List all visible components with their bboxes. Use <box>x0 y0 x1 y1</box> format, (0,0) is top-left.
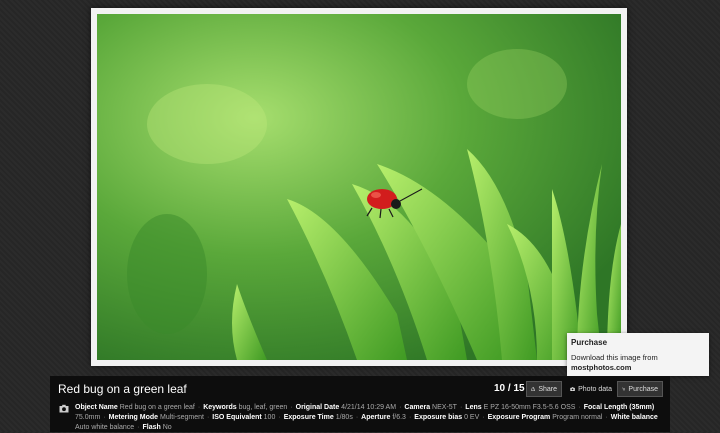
metadata-item: Exposure Program Program normal <box>488 414 603 421</box>
metadata-key: Lens <box>465 404 482 411</box>
metadata-item: Flash No <box>143 424 172 431</box>
metadata-separator: · <box>290 404 293 411</box>
metadata-separator: · <box>355 414 359 421</box>
metadata-value: 4/21/14 10:29 AM <box>341 404 397 411</box>
camera-icon <box>59 404 69 413</box>
metadata-separator: · <box>399 404 402 411</box>
metadata-separator: · <box>206 414 210 421</box>
metadata-key: Object Name <box>75 404 118 411</box>
photo-illustration <box>97 14 621 360</box>
metadata-key: Metering Mode <box>108 414 159 421</box>
metadata-separator: · <box>197 404 201 411</box>
metadata-key: White balance <box>610 414 658 421</box>
metadata-value: Auto white balance <box>75 424 135 431</box>
share-icon <box>531 387 536 391</box>
metadata-value: NEX-5T <box>432 404 457 411</box>
metadata-value: 100 <box>263 414 276 421</box>
metadata-separator: · <box>137 424 140 431</box>
metadata-key: Camera <box>404 404 431 411</box>
metadata-key: Exposure bias <box>414 414 463 421</box>
metadata-key: Exposure Time <box>283 414 334 421</box>
photo-frame <box>91 8 627 366</box>
metadata-key: Aperture <box>361 414 391 421</box>
share-label: Share <box>538 385 557 393</box>
metadata-item: Object Name Red bug on a green leaf <box>75 404 195 411</box>
metadata-key: Exposure Program <box>487 414 551 421</box>
metadata-separator: · <box>482 414 485 421</box>
photo-data-label: Photo data <box>578 385 612 393</box>
photo-data-button[interactable]: Photo data <box>566 381 616 397</box>
metadata-key: ISO Equivalent <box>212 414 262 421</box>
metadata-value: 1/80s <box>335 414 353 421</box>
tooltip-title: Purchase <box>571 338 608 347</box>
photo-title: Red bug on a green leaf <box>58 382 187 396</box>
metadata-item: ISO Equivalent 100 <box>212 414 275 421</box>
metadata-separator: · <box>459 404 463 411</box>
metadata-separator: · <box>408 414 412 421</box>
metadata-value: E PZ 16-50mm F3.5-5.6 OSS <box>483 404 576 411</box>
cart-icon <box>622 387 626 391</box>
metadata-key: Original Date <box>295 404 340 411</box>
metadata-item: Lens E PZ 16-50mm F3.5-5.6 OSS <box>465 404 575 411</box>
metadata-value: Multi-segment <box>159 414 204 421</box>
metadata-key: Flash <box>142 424 161 431</box>
metadata-item: Camera NEX-5T <box>404 404 457 411</box>
metadata-item: Original Date 4/21/14 10:29 AM <box>296 404 396 411</box>
metadata-separator: · <box>605 414 608 421</box>
photo-metadata: Object Name Red bug on a green leaf · Keyw… <box>75 403 665 433</box>
camera-icon <box>570 387 575 391</box>
metadata-value: Program normal <box>552 414 603 421</box>
metadata-value: No <box>162 424 172 431</box>
main-photo[interactable] <box>97 14 621 360</box>
photo-info-bar: Red bug on a green leaf 10 / 15 Share Ph… <box>50 376 670 432</box>
metadata-value: 75.0mm <box>75 414 101 421</box>
metadata-item: Aperture f/6.3 <box>361 414 406 421</box>
metadata-value: 0 EV <box>464 414 480 421</box>
purchase-button[interactable]: Purchase <box>617 381 663 397</box>
purchase-label: Purchase <box>628 385 658 393</box>
tooltip-site-link[interactable]: mostphotos.com <box>571 362 631 373</box>
share-button[interactable]: Share <box>526 381 562 397</box>
metadata-value: f/6.3 <box>392 414 406 421</box>
metadata-value: Red bug on a green leaf <box>119 404 195 411</box>
metadata-separator: · <box>578 404 581 411</box>
photo-counter: 10 / 15 <box>494 383 525 394</box>
metadata-separator: · <box>278 414 281 421</box>
purchase-tooltip: Purchase Download this image from mostph… <box>567 333 709 376</box>
metadata-value: bug, leaf, green <box>238 404 288 411</box>
metadata-item: Exposure Time 1/80s <box>284 414 353 421</box>
metadata-separator: · <box>103 414 106 421</box>
metadata-item: Metering Mode Multi-segment <box>109 414 204 421</box>
metadata-item: Exposure bias 0 EV <box>414 414 479 421</box>
metadata-key: Focal Length (35mm) <box>583 404 655 411</box>
metadata-item: Keywords bug, leaf, green <box>203 404 287 411</box>
metadata-key: Keywords <box>203 404 237 411</box>
